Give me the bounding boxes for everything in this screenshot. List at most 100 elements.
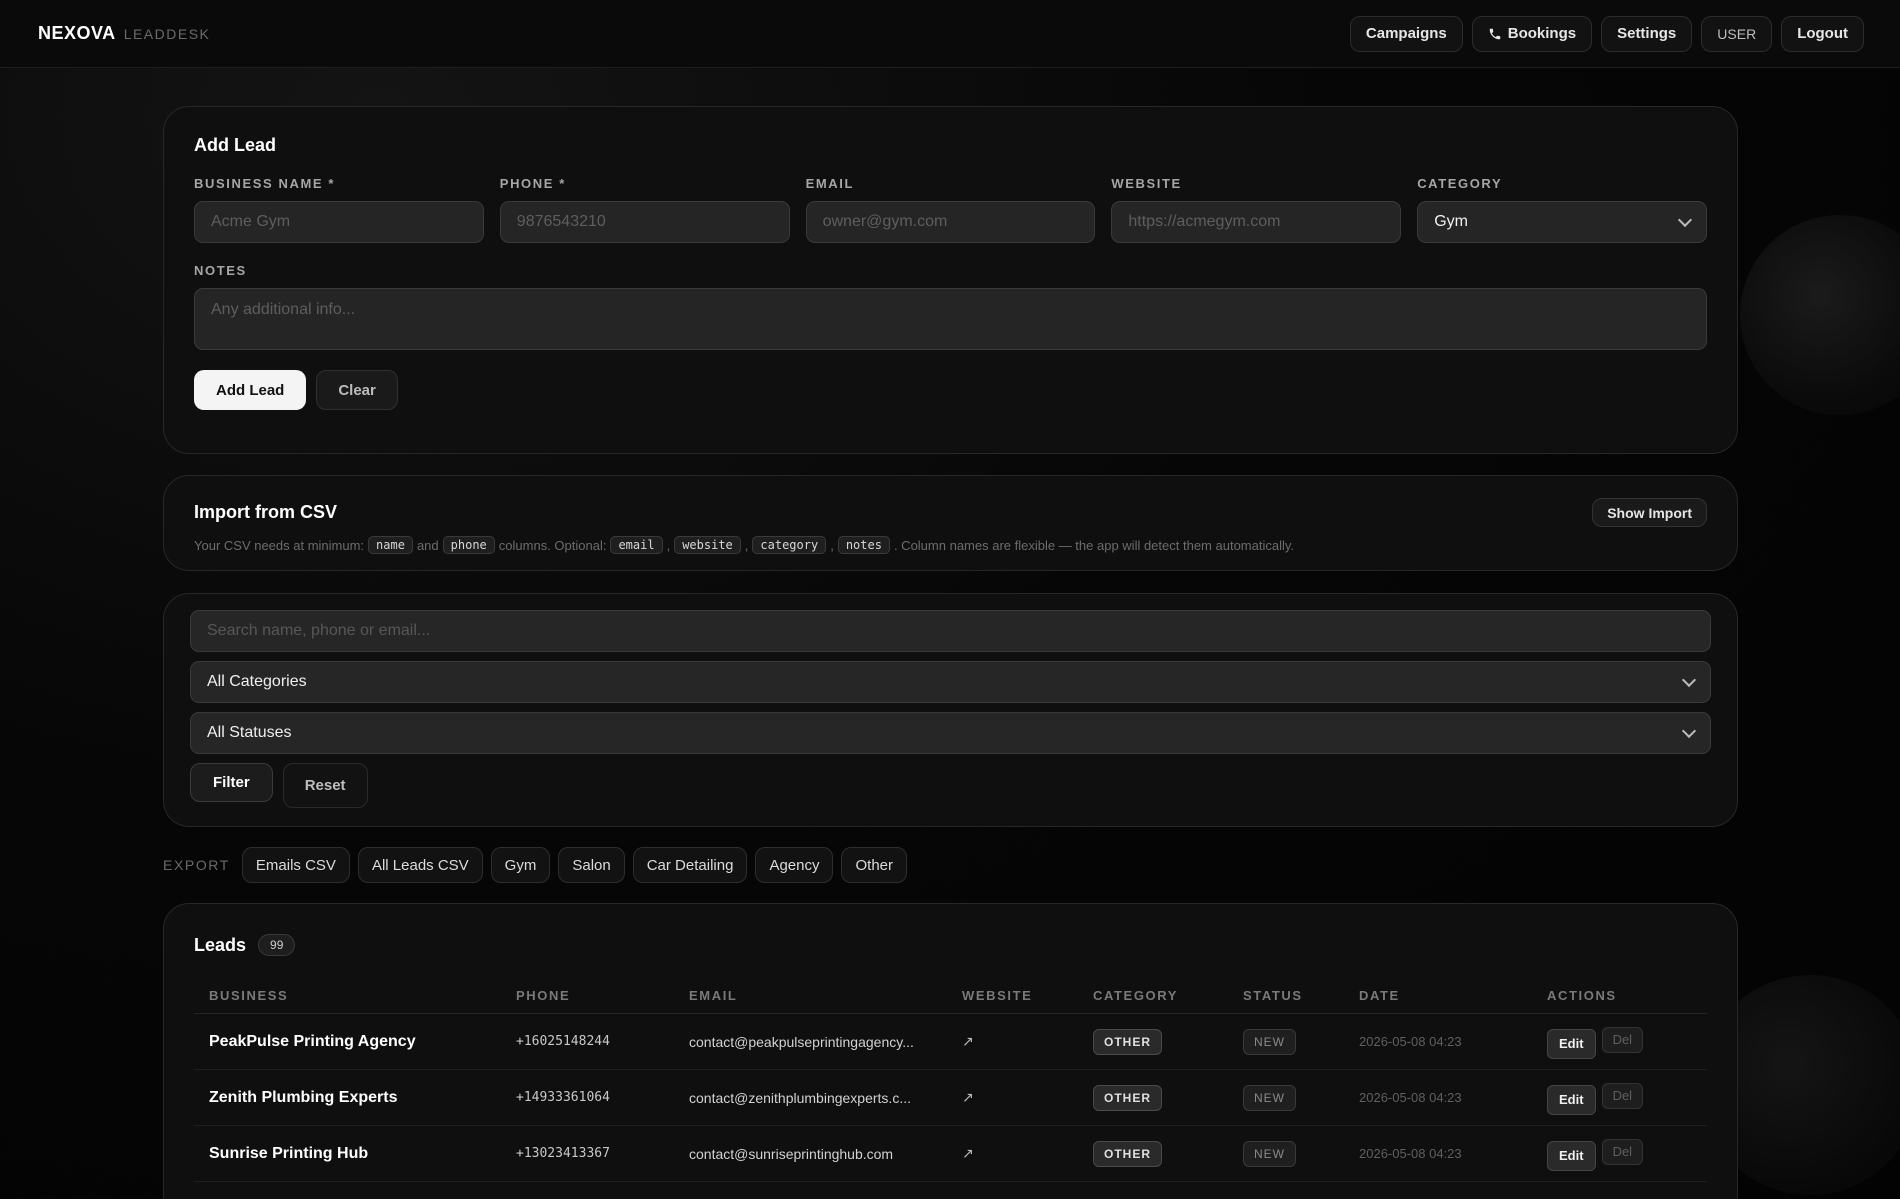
table-row[interactable]: Sunrise Printing Hub +13023413367 contac…: [194, 1125, 1707, 1182]
external-link-icon[interactable]: ↗: [962, 1145, 974, 1161]
phone-cell: +16025148244: [501, 1013, 674, 1070]
desc-text: . Column names are flexible — the app wi…: [893, 537, 1295, 553]
bookings-label: Bookings: [1507, 25, 1577, 42]
export-car-detailing-button[interactable]: Car Detailing: [632, 847, 748, 883]
column-header[interactable]: EMAIL: [674, 978, 947, 1014]
email-input[interactable]: [805, 201, 1096, 243]
settings-button[interactable]: Settings: [1601, 15, 1693, 52]
code-category: category: [752, 536, 827, 554]
business-cell: PeakPulse Printing Agency: [194, 1013, 501, 1070]
import-csv-panel: Import from CSV Show Import Your CSV nee…: [163, 475, 1738, 571]
import-csv-title: Import from CSV: [194, 502, 338, 522]
column-header[interactable]: PHONE: [501, 978, 674, 1014]
filter-actions: Filter Reset: [190, 763, 1711, 808]
export-all-leads-csv-button[interactable]: All Leads CSV: [357, 847, 483, 883]
clear-button[interactable]: Clear: [316, 370, 398, 410]
code-phone: phone: [442, 536, 495, 554]
desc-text: columns. Optional:: [498, 537, 607, 553]
phone-cell: +13023413367: [501, 1125, 674, 1182]
import-csv-header: Import from CSV Show Import: [194, 498, 1707, 527]
campaigns-button[interactable]: Campaigns: [1349, 15, 1463, 52]
column-header: ACTIONS: [1532, 978, 1707, 1014]
brand-logo: NEXOVA: [38, 23, 116, 43]
desc-text: and: [416, 537, 439, 553]
category-badge: OTHER: [1093, 1084, 1162, 1111]
bookings-button[interactable]: Bookings: [1471, 15, 1593, 52]
category-filter-select[interactable]: All Categories: [190, 661, 1711, 703]
status-badge[interactable]: NEW: [1243, 1140, 1296, 1167]
status-badge[interactable]: NEW: [1243, 1084, 1296, 1111]
leads-count-badge: 99: [258, 934, 296, 956]
status-badge[interactable]: NEW: [1243, 1028, 1296, 1055]
code-notes: notes: [837, 536, 890, 554]
delete-button[interactable]: Del: [1601, 1082, 1644, 1109]
row-actions: Edit Del: [1547, 1081, 1644, 1115]
business-name-field-group: BUSINESS NAME *: [194, 176, 484, 243]
category-label: CATEGORY: [1417, 176, 1503, 191]
row-actions: Edit Del: [1547, 1025, 1644, 1059]
website-input[interactable]: [1111, 201, 1402, 243]
logout-button[interactable]: Logout: [1781, 15, 1864, 52]
table-header-row: BUSINESS PHONE EMAIL WEBSITE CATEGORY ST…: [194, 978, 1707, 1014]
export-other-button[interactable]: Other: [841, 847, 907, 883]
code-website: website: [674, 536, 741, 554]
email-field-group: EMAIL: [805, 176, 1096, 243]
delete-button[interactable]: Del: [1601, 1138, 1644, 1165]
add-lead-panel: Add Lead BUSINESS NAME * PHONE * EMAIL W…: [163, 106, 1738, 454]
email-cell: contact@sunriseprintinghub.com: [674, 1125, 947, 1182]
comma: ,: [830, 537, 834, 553]
export-agency-button[interactable]: Agency: [755, 847, 834, 883]
export-row: EXPORT Emails CSV All Leads CSV Gym Salo…: [163, 847, 907, 883]
user-badge[interactable]: USER: [1701, 15, 1773, 52]
date-cell: 2026-05-08 04:23: [1344, 1069, 1532, 1126]
delete-button[interactable]: Del: [1601, 1026, 1644, 1053]
export-salon-button[interactable]: Salon: [558, 847, 625, 883]
column-header[interactable]: STATUS: [1228, 978, 1344, 1014]
export-emails-csv-button[interactable]: Emails CSV: [241, 847, 350, 883]
top-nav: Campaigns Bookings Settings USER Logout: [1349, 15, 1864, 52]
import-csv-description: Your CSV needs at minimum: name and phon…: [194, 536, 1707, 554]
status-filter-select[interactable]: All Statuses: [190, 712, 1711, 754]
business-cell: Zenith Plumbing Experts: [194, 1069, 501, 1126]
background-orb: [1740, 215, 1900, 415]
column-header[interactable]: WEBSITE: [947, 978, 1078, 1014]
add-lead-button[interactable]: Add Lead: [194, 370, 307, 410]
add-lead-title: Add Lead: [194, 135, 277, 155]
edit-button[interactable]: Edit: [1547, 1028, 1596, 1059]
notes-textarea[interactable]: [194, 288, 1707, 350]
phone-cell: +14933361064: [501, 1069, 674, 1126]
category-select-value: Gym: [1434, 213, 1468, 230]
category-filter-value: All Categories: [207, 673, 307, 690]
chevron-down-icon: [1681, 723, 1697, 738]
leads-title: Leads: [194, 934, 247, 955]
edit-button[interactable]: Edit: [1547, 1084, 1596, 1115]
show-import-button[interactable]: Show Import: [1592, 498, 1707, 527]
export-gym-button[interactable]: Gym: [490, 847, 551, 883]
external-link-icon[interactable]: ↗: [962, 1089, 974, 1105]
category-select[interactable]: Gym: [1417, 201, 1707, 243]
column-header[interactable]: BUSINESS: [194, 978, 501, 1014]
notes-field-group: NOTES: [194, 263, 1707, 350]
code-name: name: [368, 536, 413, 554]
filter-panel: All Categories All Statuses Filter Reset: [163, 593, 1738, 827]
email-cell: contact@peakpulseprintingagency...: [674, 1013, 947, 1070]
email-cell: contact@zenithplumbingexperts.c...: [674, 1069, 947, 1126]
table-row[interactable]: PeakPulse Printing Agency +16025148244 c…: [194, 1013, 1707, 1070]
chevron-down-icon: [1681, 672, 1697, 687]
leads-table: BUSINESS PHONE EMAIL WEBSITE CATEGORY ST…: [194, 978, 1707, 1182]
category-badge: OTHER: [1093, 1140, 1162, 1167]
phone-input[interactable]: [499, 201, 790, 243]
date-cell: 2026-05-08 04:23: [1344, 1013, 1532, 1070]
column-header[interactable]: CATEGORY: [1078, 978, 1228, 1014]
comma: ,: [666, 537, 671, 553]
filter-button[interactable]: Filter: [190, 763, 273, 802]
external-link-icon[interactable]: ↗: [962, 1033, 974, 1049]
search-input[interactable]: [190, 610, 1711, 652]
edit-button[interactable]: Edit: [1547, 1140, 1596, 1171]
business-name-input[interactable]: [194, 201, 484, 243]
table-row[interactable]: Zenith Plumbing Experts +14933361064 con…: [194, 1069, 1707, 1126]
reset-button[interactable]: Reset: [282, 763, 368, 808]
column-header[interactable]: DATE: [1344, 978, 1532, 1014]
code-email: email: [610, 536, 663, 554]
business-cell: Sunrise Printing Hub: [194, 1125, 501, 1182]
